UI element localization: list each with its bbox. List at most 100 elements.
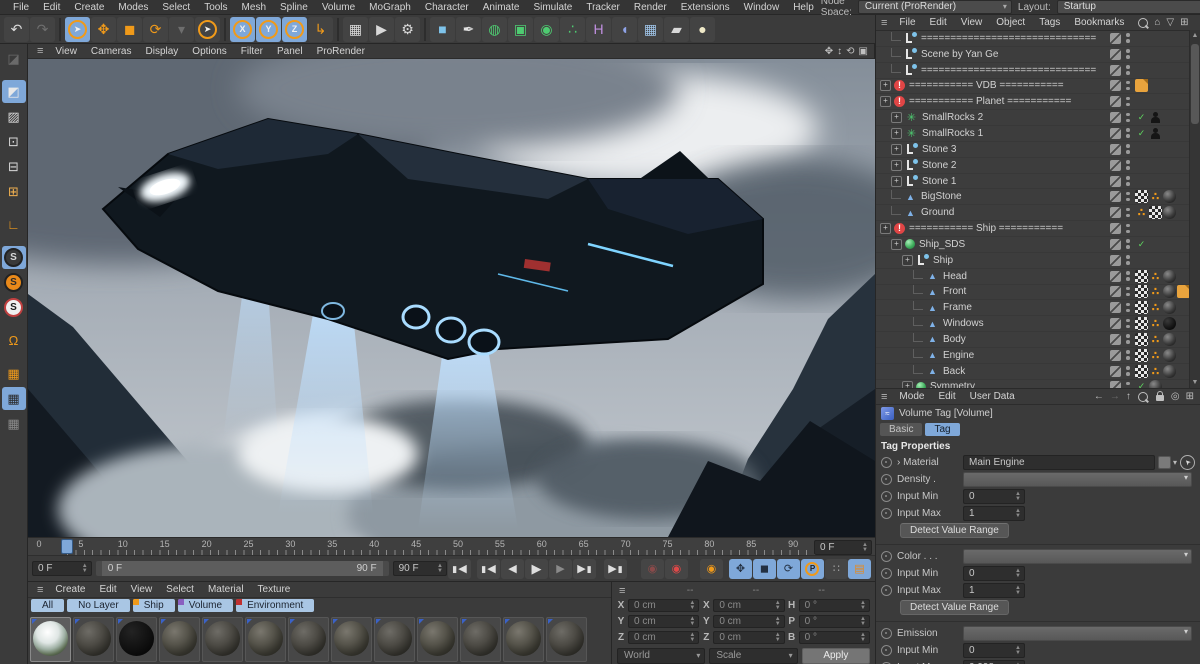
parent-icon[interactable]: ↑ (1126, 391, 1131, 402)
attribute-menu-icon[interactable]: ≡ (876, 391, 892, 403)
tab-tag[interactable]: Tag (925, 423, 960, 436)
material-menu-icon[interactable]: ≡ (32, 584, 48, 596)
gradient-dropdown[interactable] (963, 472, 1192, 487)
material-thumb[interactable] (460, 617, 501, 662)
menu-render[interactable]: Render (627, 2, 674, 13)
tab-basic[interactable]: Basic (880, 423, 923, 436)
layer-tab-environment[interactable]: Environment (236, 599, 315, 612)
visibility-dots-icon[interactable] (1126, 334, 1130, 344)
selection-tool-icon[interactable]: ➤ (195, 16, 220, 42)
layer-toggle-icon[interactable] (1110, 175, 1121, 187)
layer-toggle-icon[interactable] (1110, 349, 1121, 361)
lock-y-axis-icon[interactable]: Y (256, 16, 281, 42)
gradient-dropdown[interactable] (963, 626, 1192, 641)
spinner-icon[interactable]: ▲▼ (1012, 645, 1021, 656)
snap-icon[interactable]: Ω (2, 329, 26, 352)
mat-tag-icon[interactable] (1163, 190, 1176, 204)
attribute-search-icon[interactable] (1137, 391, 1148, 402)
check-tag-icon[interactable]: ✓ (1135, 238, 1148, 251)
visibility-dots-icon[interactable] (1126, 318, 1130, 329)
material-menu-edit[interactable]: Edit (92, 584, 123, 595)
material-thumb[interactable] (116, 617, 157, 662)
menu-volume[interactable]: Volume (315, 2, 362, 13)
visibility-dots-icon[interactable] (1126, 302, 1130, 313)
redo-icon[interactable]: ↷ (30, 16, 55, 42)
number-field[interactable]: 0 ▲ ▼ (963, 489, 1025, 504)
expand-toggle-icon[interactable]: + (891, 159, 902, 171)
workplane-icon[interactable]: ▦ (2, 362, 26, 385)
viewport-menu-prorender[interactable]: ProRender (310, 46, 372, 57)
cloner-icon[interactable]: ∴ (560, 16, 585, 42)
coordinates-menu-icon[interactable]: ≡ (617, 585, 673, 597)
number-field[interactable]: 0.998▲▼ (963, 660, 1025, 664)
menu-tools[interactable]: Tools (197, 2, 234, 13)
material-menu-texture[interactable]: Texture (251, 584, 298, 595)
visibility-dots-icon[interactable] (1126, 160, 1130, 170)
object-row[interactable]: ▲ Frame ∴ (876, 300, 1200, 317)
material-thumb-environment[interactable] (30, 617, 71, 662)
object-row[interactable]: +! =========== Planet =========== (876, 94, 1200, 111)
timeline-playhead[interactable] (61, 539, 73, 554)
autokey-film-button[interactable]: ▤ (847, 558, 871, 579)
rotate-icon[interactable]: ⟳ (143, 16, 168, 42)
keyframe-circle-icon[interactable] (881, 474, 892, 485)
expand-toggle-icon[interactable]: + (880, 223, 891, 235)
material-menu-material[interactable]: Material (201, 584, 251, 595)
solo-single-icon[interactable]: S (2, 271, 26, 294)
visibility-dots-icon[interactable] (1126, 207, 1130, 218)
mat-tag-icon[interactable] (1163, 206, 1176, 220)
add-object-icon[interactable]: ⊞ (1180, 17, 1188, 28)
phong-tag-icon[interactable]: ∴ (1135, 206, 1148, 219)
menu-mograph[interactable]: MoGraph (362, 2, 418, 13)
coordinate-system-select[interactable]: World (617, 648, 706, 664)
live-selection-icon[interactable]: ➤ (65, 16, 90, 42)
visibility-dots-icon[interactable] (1126, 49, 1130, 59)
layer-toggle-icon[interactable] (1110, 302, 1121, 314)
goto-start-button[interactable]: ◀ (447, 558, 471, 579)
expand-toggle-icon[interactable]: + (902, 254, 913, 266)
lock-x-axis-icon[interactable]: X (230, 16, 255, 42)
number-field[interactable]: 1 ▲ ▼ (963, 506, 1025, 521)
visibility-dots-icon[interactable] (1126, 255, 1130, 265)
uvw-tag-icon[interactable] (1149, 206, 1162, 220)
play-button[interactable]: ▶ (524, 558, 548, 579)
deformer-icon[interactable]: ◖ (612, 16, 637, 42)
menu-select[interactable]: Select (155, 2, 197, 13)
visibility-dots-icon[interactable] (1126, 33, 1130, 43)
workplane-auto-icon[interactable]: ▦ (2, 412, 26, 435)
keyframe-circle-icon[interactable] (881, 457, 892, 468)
check-tag-icon[interactable]: ✓ (1135, 127, 1148, 140)
viewport-menu-filter[interactable]: Filter (234, 46, 270, 57)
search-icon[interactable] (1138, 17, 1149, 28)
material-thumb[interactable] (331, 617, 372, 662)
check-tag-icon[interactable]: ✓ (1135, 111, 1148, 124)
object-menu-file[interactable]: File (892, 17, 922, 28)
filter-icon[interactable]: ▽ (1166, 17, 1174, 28)
visibility-dots-icon[interactable] (1126, 271, 1130, 281)
pan-icon[interactable]: ✥ (825, 46, 833, 57)
lock-icon[interactable] (1155, 391, 1164, 401)
person-tag-icon[interactable] (1149, 111, 1162, 124)
key-scale-button[interactable]: ◼ (752, 558, 776, 579)
object-row[interactable]: ▲ BigStone ∴ (876, 189, 1200, 206)
uvw-tag-icon[interactable] (1135, 332, 1148, 346)
layer-toggle-icon[interactable] (1110, 270, 1121, 282)
visibility-dots-icon[interactable] (1126, 128, 1130, 138)
matdark-tag-icon[interactable] (1163, 317, 1176, 331)
viewport-menu-view[interactable]: View (48, 46, 84, 57)
layer-toggle-icon[interactable] (1110, 80, 1121, 92)
phong-tag-icon[interactable]: ∴ (1149, 333, 1162, 346)
mat-tag-icon[interactable] (1163, 285, 1176, 299)
coord-field-y1[interactable]: 0 cm ▲ ▼ (713, 615, 785, 628)
visibility-dots-icon[interactable] (1126, 239, 1130, 249)
phong-tag-icon[interactable]: ∴ (1149, 365, 1162, 378)
timeline-ruler[interactable]: 0 F ▲ ▼ 0 5 10 15 20 25 30 35 40 45 50 55 60 65 70 75 80 8… (28, 537, 875, 556)
set-keyframe-button[interactable]: ◉ (699, 558, 723, 579)
number-field[interactable]: 0 ▲ ▼ (963, 566, 1025, 581)
object-row[interactable]: ▲ Engine ∴ (876, 348, 1200, 364)
object-menu-edit[interactable]: Edit (923, 17, 954, 28)
visibility-dots-icon[interactable] (1126, 286, 1130, 297)
viewport-menu-cameras[interactable]: Cameras (84, 46, 139, 57)
object-row[interactable]: + Stone 3 (876, 142, 1200, 158)
menu-mesh[interactable]: Mesh (235, 2, 273, 13)
